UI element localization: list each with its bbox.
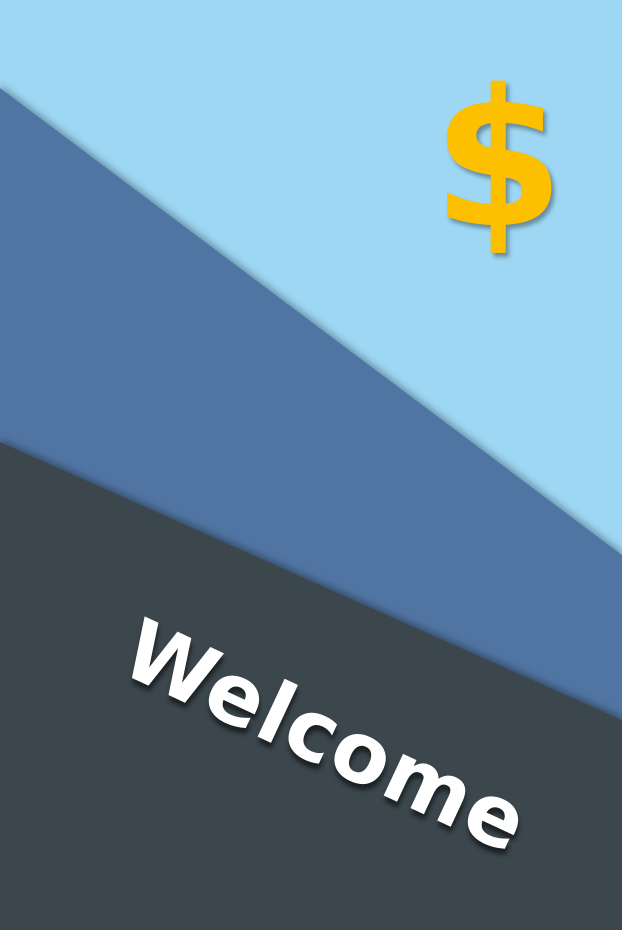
dollar-icon: $ xyxy=(432,49,565,270)
